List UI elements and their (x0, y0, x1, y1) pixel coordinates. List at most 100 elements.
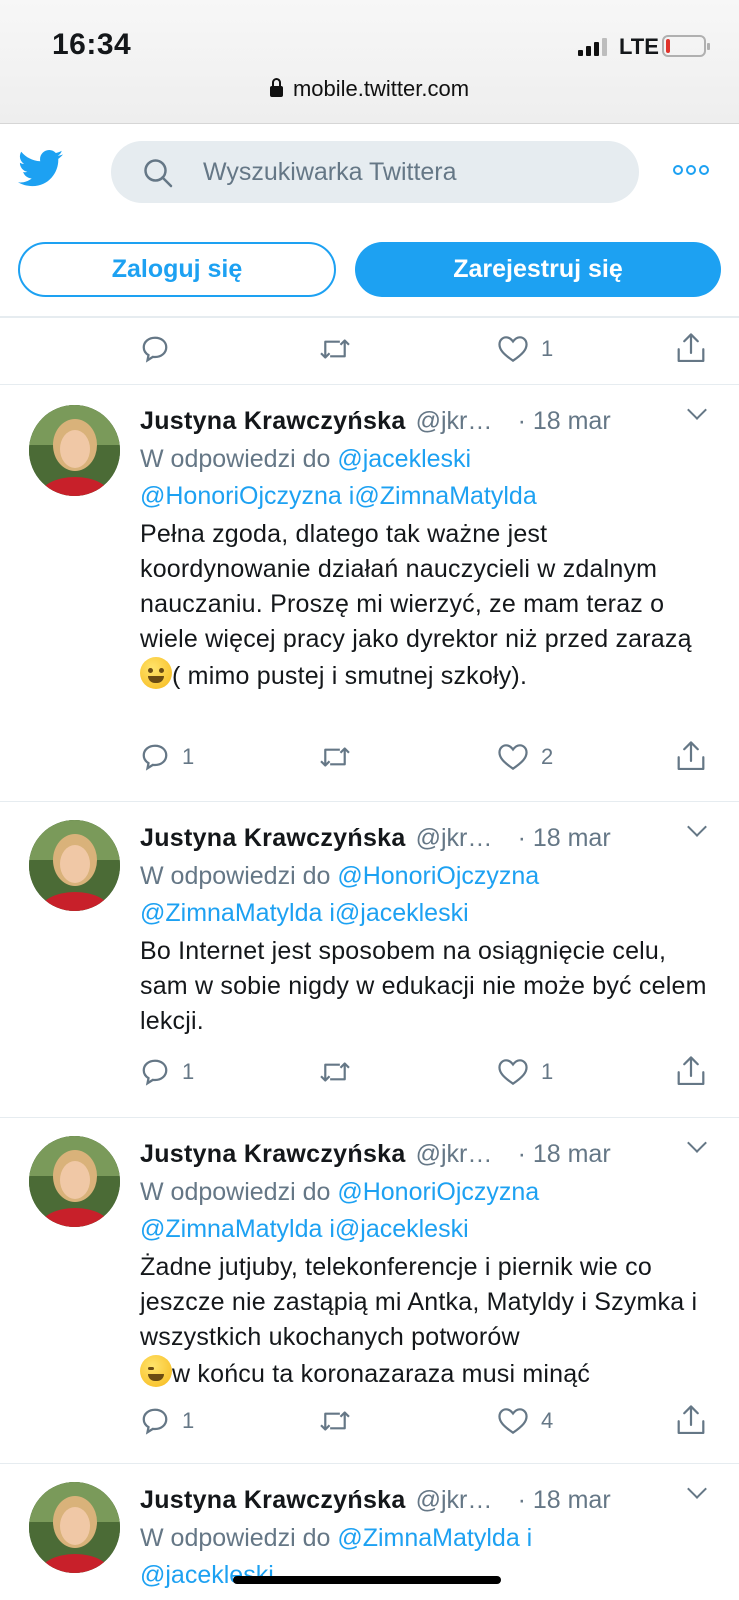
url-bar[interactable]: mobile.twitter.com (0, 76, 739, 102)
status-time: 16:34 (52, 28, 132, 61)
author-handle[interactable]: @jkr… (416, 401, 506, 441)
author-handle[interactable]: @jkr… (416, 818, 506, 858)
reply-prefix: W odpowiedzi do (140, 862, 331, 890)
retweet-button[interactable] (318, 1057, 352, 1087)
retweet-icon (320, 1062, 350, 1082)
twitter-bird-icon[interactable] (18, 150, 64, 193)
share-button[interactable] (676, 332, 706, 364)
reply-icon (142, 744, 168, 771)
tweet-text-part: w końcu ta koronazaraza musi minąć (172, 1360, 591, 1388)
tweet-text: Pełna zgoda, dlatego tak ważne jest koor… (140, 517, 720, 694)
mention-link[interactable]: @jacekleski (140, 1561, 274, 1589)
reply-count: 1 (182, 1408, 195, 1433)
tweet-text-part: ( mimo pustej i smutnej szkoły). (172, 662, 528, 690)
share-button[interactable] (676, 1404, 706, 1436)
search-icon (144, 159, 173, 188)
tweet[interactable]: Justyna Krawczyńska @jkr… · 18 mar W odp… (0, 801, 739, 1117)
reply-context: W odpowiedzi do @HonoriOjczyzna @ZimnaMa… (140, 1174, 720, 1248)
avatar[interactable] (29, 405, 120, 496)
like-button[interactable]: 1 (497, 334, 553, 364)
like-count: 1 (541, 336, 554, 361)
more-icon[interactable] (673, 165, 709, 175)
author-handle[interactable]: @jkr… (416, 1480, 506, 1520)
share-icon (677, 741, 705, 771)
retweet-button[interactable] (318, 334, 352, 364)
mention-link[interactable]: @jacekleski (337, 445, 471, 473)
reply-button[interactable]: 1 (140, 742, 194, 772)
mention-link[interactable]: @HonoriOjczyzna (337, 1178, 539, 1206)
retweet-button[interactable] (318, 742, 352, 772)
tweet-date[interactable]: · 18 mar (518, 818, 611, 858)
status-bar: 16:34 LTE mobile.twitter.com (0, 0, 739, 124)
lock-icon (269, 78, 283, 97)
mention-link[interactable]: @ZimnaMatylda (337, 1524, 519, 1552)
mention-link[interactable]: @HonoriOjczyzna (337, 862, 539, 890)
login-button[interactable]: Zaloguj się (18, 242, 336, 297)
share-button[interactable] (676, 1055, 706, 1087)
author-name[interactable]: Justyna Krawczyńska (140, 1134, 406, 1174)
retweet-button[interactable] (318, 1406, 352, 1436)
reply-icon (142, 1408, 168, 1435)
tweet-actions: 1 (0, 320, 739, 384)
signup-button[interactable]: Zarejestruj się (355, 242, 721, 297)
signal-icon (578, 36, 607, 56)
tweet-actions: 1 4 (0, 1394, 739, 1460)
tweet-text-part: Żadne jutjuby, telekonferencje i piernik… (140, 1253, 698, 1351)
retweet-icon (320, 339, 350, 359)
like-icon (498, 1059, 528, 1086)
search-bar[interactable] (111, 141, 639, 203)
tweet-feed: 1 Justyna Krawczyńska @jkr… · 18 mar W o… (0, 320, 739, 1600)
tweet-text: Żadne jutjuby, telekonferencje i piernik… (140, 1250, 720, 1392)
mention-link[interactable]: @ZimnaMatylda (140, 1215, 322, 1243)
share-icon (677, 333, 705, 363)
author-name[interactable]: Justyna Krawczyńska (140, 818, 406, 858)
url-text: mobile.twitter.com (292, 76, 470, 101)
like-count: 2 (541, 744, 554, 769)
avatar[interactable] (29, 1136, 120, 1227)
tweet-text: Bo Internet jest sposobem na osiągnięcie… (140, 937, 707, 1035)
tweet-date[interactable]: · 18 mar (518, 1480, 611, 1520)
home-indicator[interactable] (233, 1576, 501, 1584)
author-name[interactable]: Justyna Krawczyńska (140, 401, 406, 441)
like-icon (498, 744, 528, 771)
like-icon (498, 1408, 528, 1435)
mention-link[interactable]: @ZimnaMatylda (140, 899, 322, 927)
avatar[interactable] (29, 1482, 120, 1573)
tweet-actions: 1 1 (0, 1045, 739, 1111)
reply-context: W odpowiedzi do @HonoriOjczyzna @ZimnaMa… (140, 858, 720, 932)
tweet[interactable]: Justyna Krawczyńska @jkr… · 18 mar W odp… (0, 1117, 739, 1463)
tweet-date[interactable]: · 18 mar (518, 401, 611, 441)
like-count: 4 (541, 1408, 554, 1433)
share-icon (677, 1405, 705, 1435)
winking-face-emoji-icon (140, 1355, 172, 1387)
reply-prefix: W odpowiedzi do (140, 1178, 331, 1206)
reply-prefix: W odpowiedzi do (140, 1524, 331, 1552)
tweet-date[interactable]: · 18 mar (518, 1134, 611, 1174)
mention-link[interactable]: @jacekleski (335, 899, 469, 927)
grinning-sweat-emoji-icon (140, 657, 172, 689)
like-icon (498, 336, 528, 363)
reply-count: 1 (182, 744, 195, 769)
like-button[interactable]: 1 (497, 1057, 553, 1087)
reply-count: 1 (182, 1059, 195, 1084)
like-button[interactable]: 4 (497, 1406, 553, 1436)
battery-icon (662, 35, 710, 57)
author-name[interactable]: Justyna Krawczyńska (140, 1480, 406, 1520)
retweet-icon (320, 1411, 350, 1431)
reply-button[interactable] (140, 334, 170, 364)
avatar[interactable] (29, 820, 120, 911)
search-input[interactable] (203, 141, 623, 203)
reply-button[interactable]: 1 (140, 1057, 194, 1087)
mention-link[interactable]: @HonoriOjczyzna (140, 482, 342, 510)
share-button[interactable] (676, 740, 706, 772)
tweet-actions: 1 2 (0, 730, 739, 796)
mention-link[interactable]: @jacekleski (335, 1215, 469, 1243)
mention-link[interactable]: @ZimnaMatylda (354, 482, 536, 510)
tweet[interactable]: Justyna Krawczyńska @jkr… · 18 mar W odp… (0, 384, 739, 801)
author-handle[interactable]: @jkr… (416, 1134, 506, 1174)
like-button[interactable]: 2 (497, 742, 553, 772)
reply-icon (142, 1059, 168, 1086)
reply-button[interactable]: 1 (140, 1406, 194, 1436)
reply-context: W odpowiedzi do @jacekleski @HonoriOjczy… (140, 441, 720, 515)
retweet-icon (320, 747, 350, 767)
